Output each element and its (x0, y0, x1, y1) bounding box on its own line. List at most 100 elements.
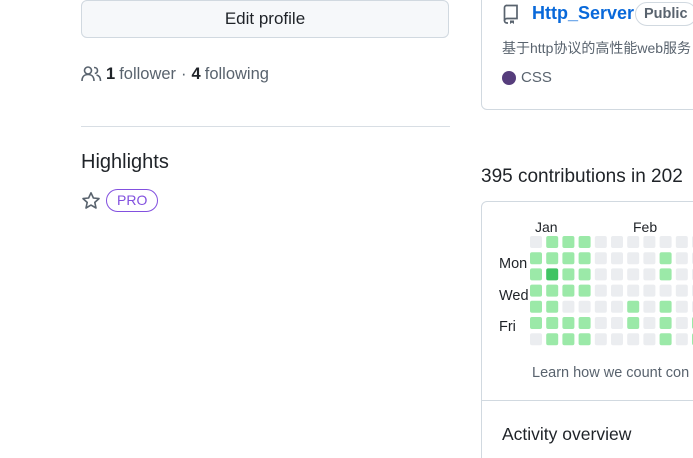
following-link[interactable]: 4 following (192, 65, 269, 84)
card-divider (482, 400, 693, 401)
contribution-day-cell[interactable] (659, 300, 672, 313)
contribution-day-cell[interactable] (675, 333, 688, 346)
contribution-day-cell[interactable] (611, 300, 623, 313)
contribution-day-cell[interactable] (627, 333, 640, 346)
contribution-day-cell[interactable] (675, 236, 688, 248)
contribution-day-cell[interactable] (530, 300, 542, 313)
pro-badge[interactable]: PRO (106, 189, 159, 212)
contribution-day-cell[interactable] (627, 236, 640, 248)
month-label-jan: Jan (535, 219, 558, 235)
contribution-day-cell[interactable] (578, 252, 591, 265)
people-icon (81, 65, 102, 83)
contribution-day-cell[interactable] (530, 236, 542, 248)
divider (81, 126, 450, 127)
contribution-day-cell[interactable] (578, 268, 591, 281)
contribution-day-cell[interactable] (530, 252, 542, 265)
learn-count-link[interactable]: Learn how we count con (532, 365, 689, 381)
contribution-day-cell[interactable] (562, 333, 575, 346)
contribution-calendar (530, 236, 693, 346)
contribution-day-cell[interactable] (659, 268, 672, 281)
contribution-day-cell[interactable] (562, 236, 575, 248)
contribution-day-cell[interactable] (562, 300, 575, 313)
following-label: following (204, 64, 269, 83)
contribution-day-cell[interactable] (562, 268, 575, 281)
contribution-day-cell[interactable] (546, 317, 559, 329)
contribution-day-cell[interactable] (611, 252, 623, 265)
following-count: 4 (191, 64, 201, 83)
contribution-day-cell[interactable] (659, 317, 672, 329)
followers-count: 1 (106, 64, 116, 83)
repo-name-link[interactable]: Http_Server (532, 3, 634, 24)
contribution-day-cell[interactable] (643, 300, 656, 313)
contribution-day-cell[interactable] (611, 268, 623, 281)
separator: · (181, 64, 187, 83)
month-label-feb: Feb (633, 219, 658, 235)
contribution-day-cell[interactable] (530, 268, 542, 281)
contributions-heading: 395 contributions in 202 (481, 166, 683, 187)
contribution-day-cell[interactable] (594, 333, 607, 346)
profile-page: Edit profile 1 follower · 4 following Hi… (0, 0, 693, 458)
contribution-day-cell[interactable] (546, 268, 559, 281)
contribution-day-cell[interactable] (611, 236, 623, 248)
contribution-day-cell[interactable] (546, 236, 559, 248)
contribution-day-cell[interactable] (578, 284, 591, 297)
contribution-day-cell[interactable] (594, 236, 607, 248)
contribution-day-cell[interactable] (675, 300, 688, 313)
activity-overview-heading: Activity overview (502, 424, 632, 444)
contribution-day-cell[interactable] (675, 317, 688, 329)
contribution-day-cell[interactable] (675, 252, 688, 265)
contribution-day-cell[interactable] (594, 300, 607, 313)
visibility-badge: Public (635, 2, 693, 26)
contribution-day-cell[interactable] (627, 284, 640, 297)
contribution-day-cell[interactable] (546, 300, 559, 313)
contribution-day-cell[interactable] (546, 284, 559, 297)
contribution-day-cell[interactable] (578, 236, 591, 248)
contribution-day-cell[interactable] (611, 333, 623, 346)
day-label-fri: Fri (499, 319, 516, 335)
followers-label: follower (119, 64, 177, 83)
contribution-day-cell[interactable] (611, 317, 623, 329)
contribution-day-cell[interactable] (643, 252, 656, 265)
contribution-day-cell[interactable] (643, 284, 656, 297)
contribution-day-cell[interactable] (546, 333, 559, 346)
contribution-day-cell[interactable] (643, 317, 656, 329)
contribution-day-cell[interactable] (530, 333, 542, 346)
day-label-wed: Wed (499, 288, 529, 304)
contribution-day-cell[interactable] (578, 333, 591, 346)
contribution-day-cell[interactable] (659, 333, 672, 346)
contribution-day-cell[interactable] (530, 284, 542, 297)
contribution-day-cell[interactable] (562, 317, 575, 329)
contribution-day-cell[interactable] (643, 236, 656, 248)
contribution-day-cell[interactable] (546, 252, 559, 265)
contribution-day-cell[interactable] (643, 333, 656, 346)
language-color-dot (502, 70, 516, 85)
contribution-day-cell[interactable] (594, 252, 607, 265)
contribution-day-cell[interactable] (659, 252, 672, 265)
contribution-day-cell[interactable] (530, 317, 542, 329)
repo-description: 基于http协议的高性能web服务 (502, 40, 692, 56)
contribution-day-cell[interactable] (675, 268, 688, 281)
repo-icon (502, 4, 520, 24)
contribution-day-cell[interactable] (594, 317, 607, 329)
contribution-day-cell[interactable] (578, 317, 591, 329)
contribution-day-cell[interactable] (578, 300, 591, 313)
contribution-day-cell[interactable] (659, 236, 672, 248)
contribution-day-cell[interactable] (562, 252, 575, 265)
contribution-day-cell[interactable] (675, 284, 688, 297)
contribution-day-cell[interactable] (594, 284, 607, 297)
contribution-day-cell[interactable] (611, 284, 623, 297)
contribution-day-cell[interactable] (627, 300, 640, 313)
contribution-day-cell[interactable] (627, 317, 640, 329)
follow-stats: 1 follower · 4 following (81, 63, 269, 85)
edit-profile-button[interactable]: Edit profile (81, 0, 449, 38)
star-icon (81, 191, 101, 211)
contribution-day-cell[interactable] (562, 284, 575, 297)
day-label-mon: Mon (499, 256, 528, 272)
contribution-day-cell[interactable] (643, 268, 656, 281)
contribution-day-cell[interactable] (627, 268, 640, 281)
contribution-day-cell[interactable] (659, 284, 672, 297)
contribution-day-cell[interactable] (627, 252, 640, 265)
highlights-heading: Highlights (81, 151, 169, 173)
contribution-day-cell[interactable] (594, 268, 607, 281)
followers-link[interactable]: 1 follower (81, 65, 176, 84)
